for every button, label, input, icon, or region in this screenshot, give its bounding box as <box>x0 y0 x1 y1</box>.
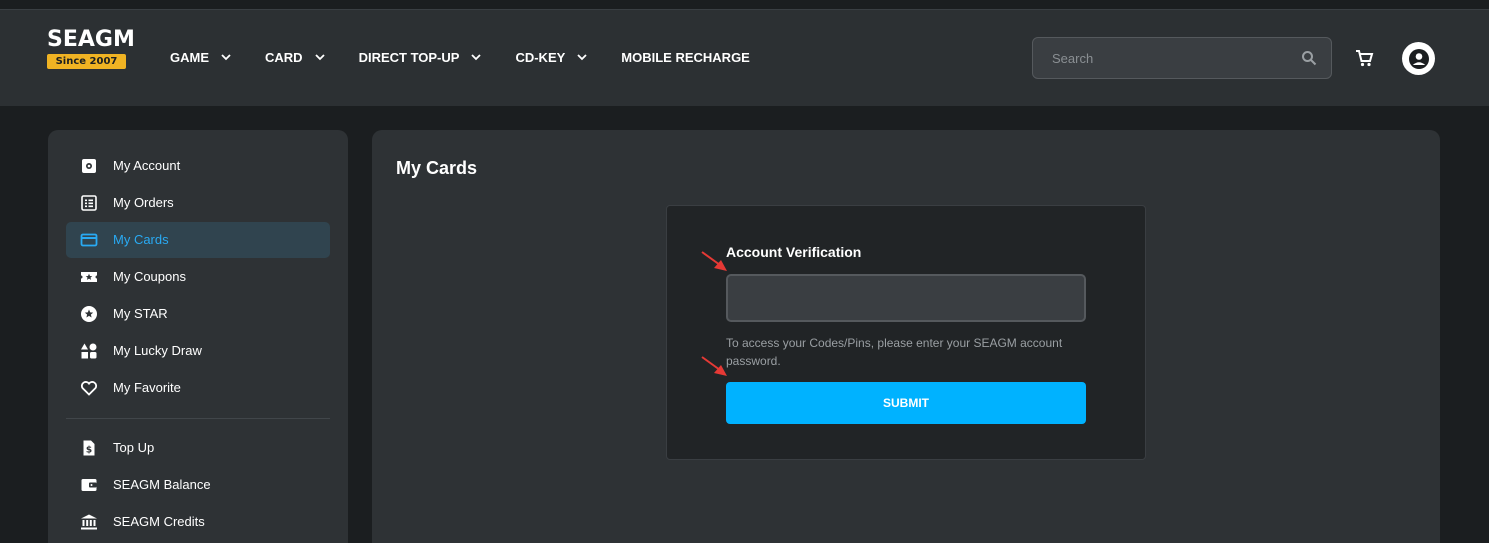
logo-text: SEAGM <box>47 27 135 52</box>
verification-hint: To access your Codes/Pins, please enter … <box>726 336 1063 368</box>
star-circle-icon <box>81 306 97 322</box>
credit-card-icon <box>80 233 98 247</box>
wallet-icon <box>81 479 97 491</box>
sidebar-item-my-cards[interactable]: My Cards <box>66 222 330 258</box>
sidebar-item-my-account[interactable]: My Account <box>66 148 330 184</box>
svg-text:$: $ <box>86 446 92 456</box>
nav-cd-key[interactable]: CD-KEY <box>515 50 587 65</box>
sidebar-item-label: My Favorite <box>113 380 181 395</box>
sidebar-item-label: My Orders <box>113 195 174 210</box>
ticket-star-icon <box>81 272 97 282</box>
search-box <box>1032 37 1332 79</box>
nav-direct-top-up-label: DIRECT TOP-UP <box>358 49 460 65</box>
chevron-down-icon <box>577 54 587 61</box>
gear-icon <box>82 159 96 173</box>
main-panel: My Cards Account Verification To access … <box>372 130 1440 543</box>
sidebar-item-label: My Account <box>113 158 181 173</box>
sidebar-divider <box>66 418 330 419</box>
cart-icon[interactable] <box>1354 48 1374 68</box>
user-avatar[interactable] <box>1402 42 1435 75</box>
nav-game-label: GAME <box>170 49 209 65</box>
sidebar-item-my-favorite[interactable]: My Favorite <box>66 370 330 406</box>
sidebar-item-label: SEAGM Balance <box>113 477 211 492</box>
seagm-logo[interactable]: SEAGM Since 2007 <box>47 27 135 76</box>
user-avatar-icon <box>1408 48 1429 69</box>
nav-game[interactable]: GAME <box>170 50 231 65</box>
sidebar-item-seagm-credits[interactable]: SEAGM Credits <box>66 504 330 540</box>
logo-badge: Since 2007 <box>47 54 126 69</box>
sidebar-item-label: My STAR <box>113 306 168 321</box>
top-divider <box>0 9 1489 10</box>
shapes-icon <box>81 343 97 359</box>
dollar-document-icon: $ <box>83 440 95 456</box>
search-input[interactable] <box>1033 38 1293 78</box>
annotation-arrow-icon <box>701 356 727 376</box>
sidebar-item-top-up[interactable]: $ Top Up <box>66 430 330 466</box>
page-title: My Cards <box>396 158 478 178</box>
heart-icon <box>81 381 97 396</box>
orders-list-icon <box>81 195 97 211</box>
nav-cd-key-label: CD-KEY <box>515 49 566 65</box>
nav-card-label: CARD <box>265 49 303 65</box>
sidebar-item-my-lucky-draw[interactable]: My Lucky Draw <box>66 333 330 369</box>
nav-card[interactable]: CARD <box>265 50 325 65</box>
sidebar-item-my-orders[interactable]: My Orders <box>66 185 330 221</box>
nav-mobile-recharge-label: MOBILE RECHARGE <box>621 49 750 65</box>
chevron-down-icon <box>314 54 325 61</box>
nav-direct-top-up[interactable]: DIRECT TOP-UP <box>359 50 482 65</box>
verification-label: Account Verification <box>726 244 862 260</box>
verification-card: Account Verification To access your Code… <box>666 205 1146 460</box>
submit-button[interactable]: SUBMIT <box>726 382 1086 424</box>
chevron-down-icon <box>221 54 231 61</box>
sidebar-item-label: Top Up <box>113 440 155 455</box>
search-icon[interactable] <box>1301 50 1317 66</box>
sidebar-item-my-star[interactable]: My STAR <box>66 296 330 332</box>
sidebar-item-seagm-balance[interactable]: SEAGM Balance <box>66 467 330 503</box>
annotation-arrow-icon <box>701 251 727 271</box>
account-sidebar: My Account My Orders My Cards My Coupons… <box>48 130 348 543</box>
sidebar-item-label: My Coupons <box>113 269 186 284</box>
bank-icon <box>81 514 97 530</box>
sidebar-item-label: SEAGM Credits <box>113 514 205 529</box>
chevron-down-icon <box>471 54 482 61</box>
sidebar-item-label: My Lucky Draw <box>113 343 202 358</box>
main-nav: GAME CARD DIRECT TOP-UP CD-KEY MOBILE RE… <box>170 43 784 71</box>
sidebar-item-label: My Cards <box>113 232 169 247</box>
password-field[interactable] <box>726 274 1086 322</box>
sidebar-item-my-coupons[interactable]: My Coupons <box>66 259 330 295</box>
nav-mobile-recharge[interactable]: MOBILE RECHARGE <box>621 50 750 65</box>
